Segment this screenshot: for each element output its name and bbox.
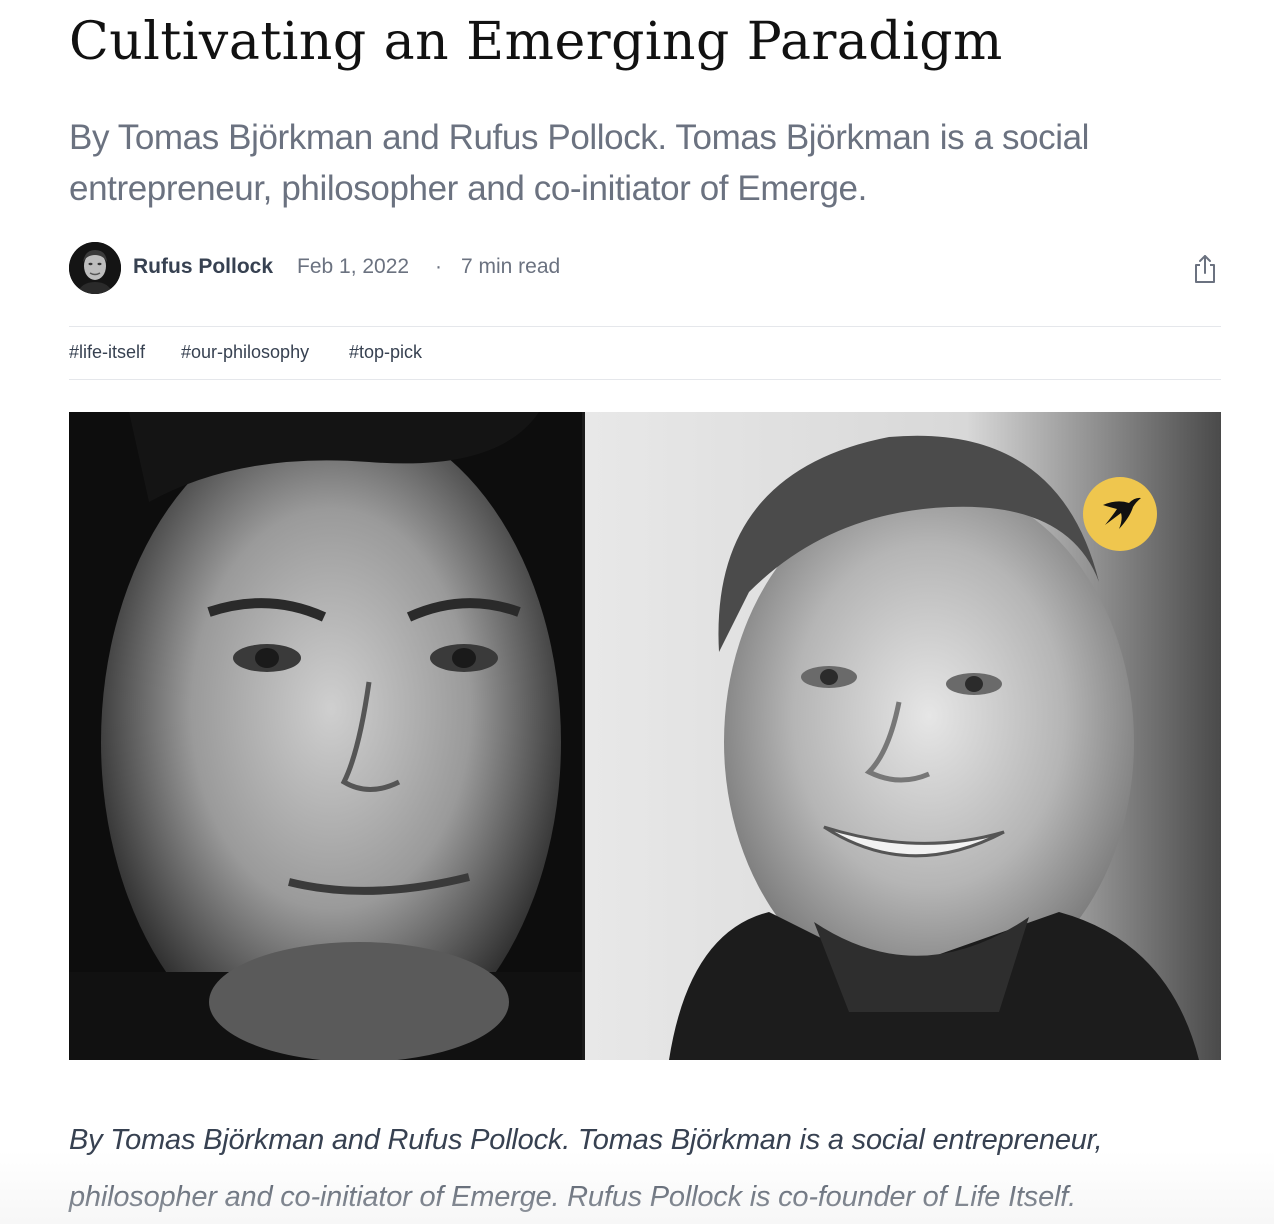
publish-date: Feb 1, 2022 bbox=[297, 255, 410, 278]
hero-image bbox=[69, 412, 1221, 1060]
read-time: 7 min read bbox=[461, 255, 561, 278]
tag-our-philosophy[interactable]: #our-philosophy bbox=[181, 342, 309, 363]
left-portrait bbox=[69, 412, 584, 1060]
meta-separator: · bbox=[435, 255, 442, 278]
swallow-bird-icon bbox=[1083, 477, 1157, 551]
tag-life-itself[interactable]: #life-itself bbox=[69, 342, 145, 363]
article-title: Cultivating an Emerging Paradigm bbox=[69, 12, 1003, 72]
tag-list: #life-itself #our-philosophy #top-pick bbox=[69, 326, 1221, 380]
tag-top-pick[interactable]: #top-pick bbox=[349, 342, 422, 363]
byline: Rufus Pollock Feb 1, 2022 · 7 min read bbox=[69, 242, 1221, 294]
avatar[interactable] bbox=[69, 242, 121, 294]
author-name[interactable]: Rufus Pollock bbox=[133, 255, 273, 279]
share-icon[interactable] bbox=[1191, 254, 1219, 284]
article-lede: By Tomas Björkman and Rufus Pollock. Tom… bbox=[69, 1124, 1103, 1213]
article-subtitle: By Tomas Björkman and Rufus Pollock. Tom… bbox=[69, 118, 1090, 208]
article-page: Cultivating an Emerging Paradigm By Toma… bbox=[69, 0, 1221, 1224]
